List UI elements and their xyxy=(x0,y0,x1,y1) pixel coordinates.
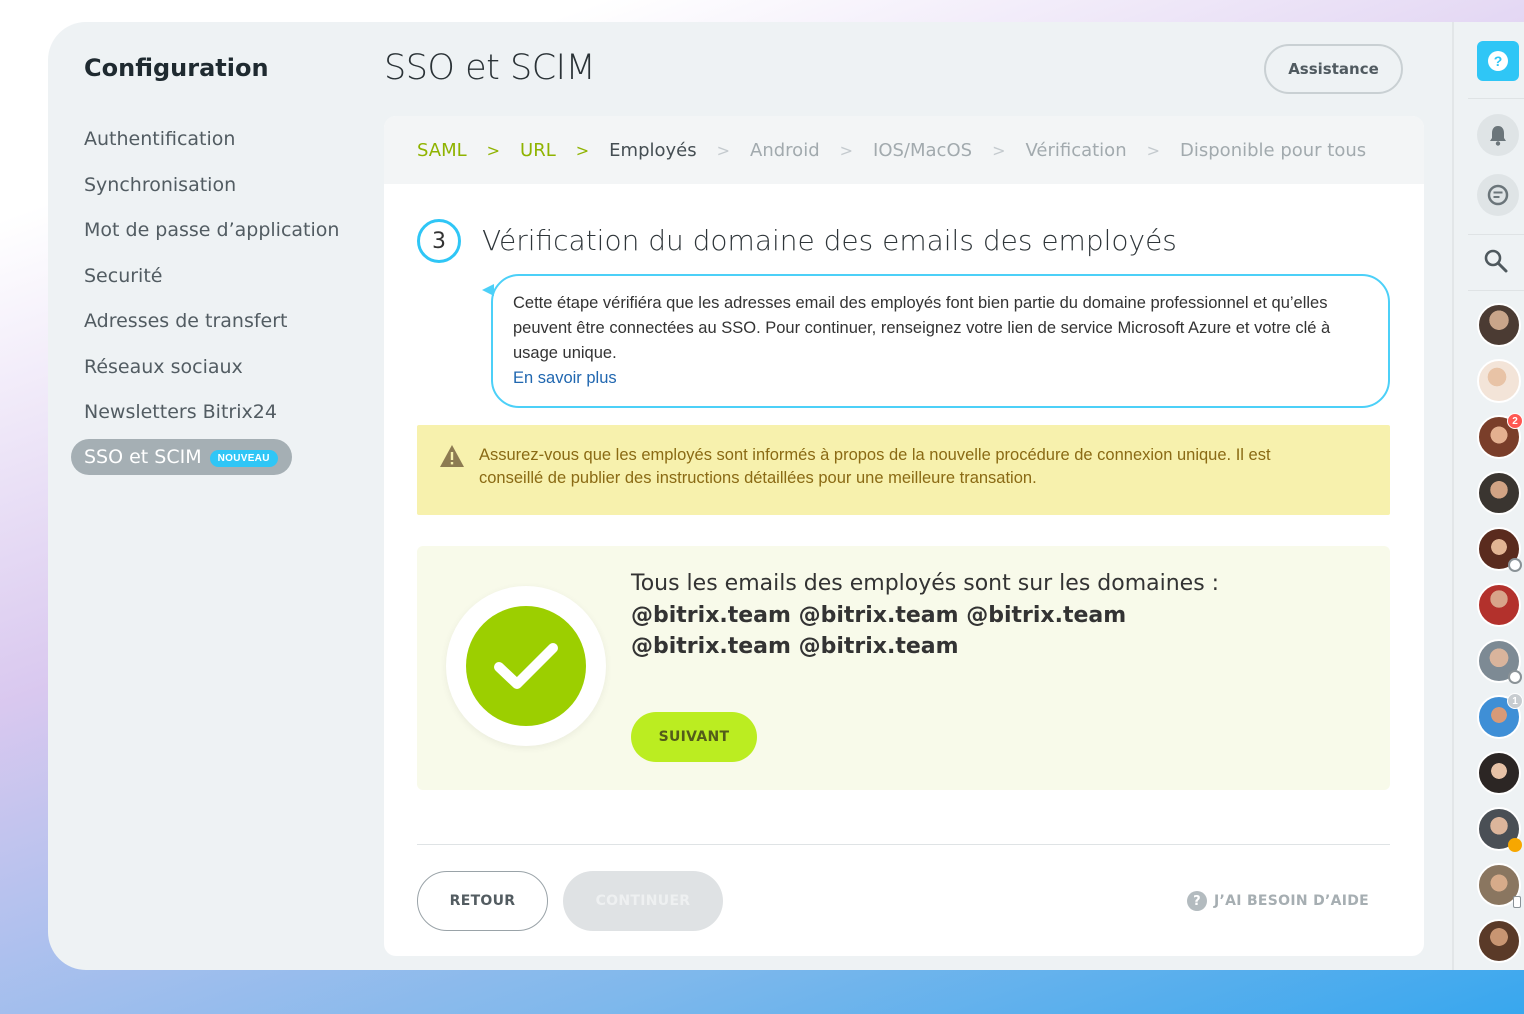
need-help-link[interactable]: ? J’AI BESOIN D’AIDE xyxy=(1187,891,1369,911)
check-icon xyxy=(494,643,558,689)
assistance-button[interactable]: Assistance xyxy=(1264,44,1403,94)
step-available-all: Disponible pour tous xyxy=(1180,139,1367,161)
unread-badge: 1 xyxy=(1507,693,1523,709)
check-circle xyxy=(466,606,586,726)
domains-list: @bitrix.team @bitrix.team @bitrix.team @… xyxy=(631,602,1127,660)
right-rail: ? 2 1 xyxy=(1452,22,1524,970)
avatar[interactable] xyxy=(1477,583,1521,627)
app-window: Configuration Authentification Synchroni… xyxy=(48,22,1524,970)
avatar[interactable]: 1 xyxy=(1477,693,1523,739)
page-title: SSO et SCIM xyxy=(384,48,596,88)
nav-item-forwarding[interactable]: Adresses de transfert xyxy=(84,308,344,354)
nav-item-synchronisation[interactable]: Synchronisation xyxy=(84,172,344,218)
avatar[interactable] xyxy=(1477,807,1522,852)
nav-item-security[interactable]: Securité xyxy=(84,263,344,309)
avatar[interactable] xyxy=(1477,359,1521,403)
step-separator: > xyxy=(992,140,1006,160)
status-icon xyxy=(1508,558,1522,572)
step-ios-macos: IOS/MacOS xyxy=(873,139,973,161)
help-icon: ? xyxy=(1488,51,1508,71)
stepper: SAML > URL > Employés > Android > IOS/Ma… xyxy=(384,116,1424,184)
success-text: Tous les emails des employés sont sur le… xyxy=(631,571,1220,596)
next-button[interactable]: SUIVANT xyxy=(631,712,757,762)
nav-item-social-networks[interactable]: Réseaux sociaux xyxy=(84,354,344,400)
step-verification: Vérification xyxy=(1025,139,1127,161)
check-halo xyxy=(446,586,606,746)
new-badge: NOUVEAU xyxy=(209,450,278,467)
continue-button[interactable]: CONTINUER xyxy=(563,871,723,931)
help-label: J’AI BESOIN D’AIDE xyxy=(1214,893,1370,909)
nav-item-newsletters[interactable]: Newsletters Bitrix24 xyxy=(84,399,344,445)
step-separator: > xyxy=(1146,140,1161,160)
search-button[interactable] xyxy=(1483,248,1509,279)
help-icon: ? xyxy=(1187,891,1207,911)
mobile-icon xyxy=(1513,896,1521,908)
status-icon xyxy=(1508,838,1522,852)
warning-icon xyxy=(440,445,464,467)
nav-item-sso-scim[interactable]: SSO et SCIM NOUVEAU xyxy=(71,439,292,475)
success-message: Tous les emails des employés sont sur le… xyxy=(631,568,1271,663)
nav-item-label: SSO et SCIM xyxy=(84,446,202,468)
settings-nav: Authentification Synchronisation Mot de … xyxy=(71,126,344,475)
chat-icon xyxy=(1487,184,1509,206)
step-separator: > xyxy=(716,140,731,160)
chat-button[interactable] xyxy=(1477,174,1519,216)
avatar[interactable] xyxy=(1477,527,1522,572)
avatar[interactable] xyxy=(1477,471,1521,515)
learn-more-link[interactable]: En savoir plus xyxy=(513,369,617,387)
main-card: SAML > URL > Employés > Android > IOS/Ma… xyxy=(384,116,1424,956)
search-icon xyxy=(1484,249,1508,273)
help-button[interactable]: ? xyxy=(1477,41,1519,81)
warning-text: Assurez-vous que les employés sont infor… xyxy=(479,446,1271,487)
nav-item-authentification[interactable]: Authentification xyxy=(84,126,344,172)
info-bubble: Cette étape vérifiéra que les adresses e… xyxy=(491,274,1390,408)
rail-divider xyxy=(1468,290,1524,291)
divider xyxy=(417,844,1390,845)
step-saml[interactable]: SAML xyxy=(417,140,467,161)
notifications-button[interactable] xyxy=(1477,114,1519,156)
info-text: Cette étape vérifiéra que les adresses e… xyxy=(513,294,1331,362)
avatar[interactable] xyxy=(1477,639,1522,684)
rail-divider xyxy=(1468,234,1524,235)
rail-divider xyxy=(1468,98,1524,99)
avatar[interactable] xyxy=(1477,919,1521,963)
success-panel: Tous les emails des employés sont sur le… xyxy=(417,546,1390,790)
bell-icon xyxy=(1490,126,1506,146)
unread-badge: 2 xyxy=(1507,413,1523,429)
avatar[interactable]: 2 xyxy=(1477,413,1523,459)
status-icon xyxy=(1508,670,1522,684)
step-android: Android xyxy=(750,139,820,161)
step-separator: > xyxy=(486,140,501,160)
avatar[interactable] xyxy=(1477,751,1521,795)
step-number: 3 xyxy=(417,219,461,263)
avatar[interactable] xyxy=(1477,303,1521,347)
back-button[interactable]: RETOUR xyxy=(417,871,548,931)
step-url[interactable]: URL xyxy=(520,140,556,161)
step-separator: > xyxy=(575,140,590,160)
section-title: Vérification du domaine des emails des e… xyxy=(482,224,1177,257)
avatar[interactable] xyxy=(1477,863,1521,908)
nav-title: Configuration xyxy=(84,54,269,82)
warning-banner: Assurez-vous que les employés sont infor… xyxy=(417,425,1390,515)
nav-item-app-password[interactable]: Mot de passe d’application xyxy=(84,217,344,263)
step-employes[interactable]: Employés xyxy=(609,140,696,161)
step-separator: > xyxy=(839,140,854,160)
